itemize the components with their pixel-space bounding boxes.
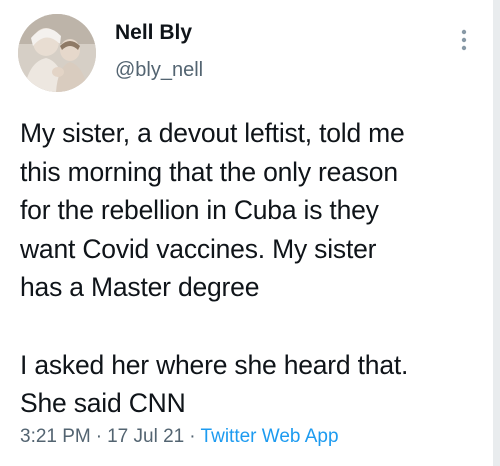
- tweet-author: Nell Bly @bly_nell: [115, 20, 203, 82]
- author-handle[interactable]: @bly_nell: [115, 58, 203, 82]
- tweet-card: Nell Bly @bly_nell My sister, a devout l…: [0, 0, 500, 466]
- tweet-text: My sister, a devout leftist, told me thi…: [20, 118, 409, 419]
- more-options-button[interactable]: [444, 22, 484, 62]
- avatar-photo: [18, 14, 96, 92]
- avatar[interactable]: [18, 14, 96, 92]
- tweet-time[interactable]: 3:21 PM: [20, 426, 91, 447]
- tweet-metadata: 3:21 PM · 17 Jul 21 · Twitter Web App: [20, 425, 339, 449]
- tweet-source-link[interactable]: Twitter Web App: [201, 426, 339, 447]
- tweet-date[interactable]: 17 Jul 21: [107, 426, 184, 447]
- meta-separator: ·: [189, 426, 196, 447]
- meta-separator: ·: [95, 426, 103, 447]
- scrollbar-track[interactable]: [493, 0, 500, 466]
- vertical-ellipsis-icon: [461, 29, 467, 51]
- author-display-name[interactable]: Nell Bly: [115, 20, 203, 46]
